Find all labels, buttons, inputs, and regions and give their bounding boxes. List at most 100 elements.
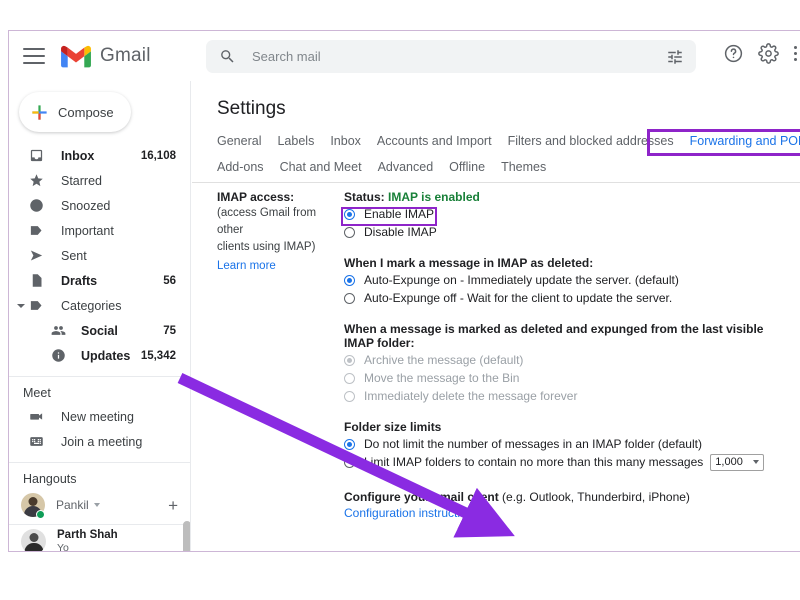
sidebar-item-drafts[interactable]: Drafts 56 <box>9 268 190 293</box>
send-icon <box>27 248 45 263</box>
hangouts-user-row[interactable]: Pankil + <box>9 490 190 520</box>
group-folder-size-limits: Folder size limits Do not limit the numb… <box>344 420 774 471</box>
sidebar-item-starred[interactable]: Starred <box>9 168 190 193</box>
radio-row-limit-folders[interactable]: Limit IMAP folders to contain no more th… <box>344 453 774 471</box>
sidebar-item-label: Snoozed <box>61 198 111 213</box>
imap-status-prefix: Status: <box>344 190 385 204</box>
keyboard-icon <box>27 434 45 449</box>
sidebar-item-important[interactable]: Important <box>9 218 190 243</box>
plus-icon <box>30 103 49 122</box>
radio-archive-message <box>344 354 355 366</box>
sidebar-item-count: 75 <box>163 324 176 337</box>
radio-auto-expunge-on[interactable] <box>344 274 355 286</box>
tab-themes[interactable]: Themes <box>501 160 546 174</box>
help-icon[interactable] <box>723 43 744 64</box>
tab-add-ons[interactable]: Add-ons <box>217 160 264 174</box>
chevron-down-icon[interactable] <box>17 304 25 308</box>
tab-accounts-and-import[interactable]: Accounts and Import <box>377 134 492 148</box>
chat-preview-message: Yo <box>57 542 69 552</box>
group-title-folder-limits: Folder size limits <box>344 420 442 434</box>
group-title-expunged: When a message is marked as deleted and … <box>344 322 764 350</box>
imap-status-line: Status: IMAP is enabled <box>344 190 774 204</box>
imap-status-value: IMAP is enabled <box>388 190 480 204</box>
gmail-logo[interactable]: Gmail <box>61 45 151 68</box>
radio-row-auto-expunge-on[interactable]: Auto-Expunge on - Immediately update the… <box>344 272 774 288</box>
top-bar: Gmail <box>9 31 800 81</box>
configuration-instructions-link[interactable]: Configuration instructions <box>344 506 774 520</box>
settings-tabs-row-2: Add-ons Chat and Meet Advanced Offline T… <box>217 160 800 174</box>
radio-enable-imap[interactable] <box>344 208 355 220</box>
radio-label-move-to-bin: Move the message to the Bin <box>364 371 520 385</box>
more-options-icon[interactable] <box>793 44 797 64</box>
group-expunged-behavior: When a message is marked as deleted and … <box>344 322 774 404</box>
radio-label-delete-forever: Immediately delete the message forever <box>364 389 578 403</box>
online-status-dot <box>36 510 45 519</box>
tab-offline[interactable]: Offline <box>449 160 485 174</box>
info-icon <box>49 348 67 363</box>
sidebar-item-label: Updates <box>81 348 131 363</box>
folder-limit-select-value: 1,000 <box>715 456 743 468</box>
radio-row-delete-forever: Immediately delete the message forever <box>344 388 774 404</box>
search-options-icon[interactable] <box>666 48 684 66</box>
tab-filters-and-blocked-addresses[interactable]: Filters and blocked addresses <box>508 134 674 148</box>
category-icon <box>27 298 45 313</box>
tab-general[interactable]: General <box>217 134 261 148</box>
imap-access-label-group: IMAP access: (access Gmail from other cl… <box>217 190 345 272</box>
radio-limit-folders[interactable] <box>344 456 355 468</box>
configure-client-group: Configure your email client (e.g. Outloo… <box>344 490 774 520</box>
screenshot-root: Gmail Search mail Compose Inbox 16,108 S… <box>0 0 800 600</box>
compose-button[interactable]: Compose <box>19 92 131 132</box>
gmail-window: Gmail Search mail Compose Inbox 16,108 S… <box>8 30 800 552</box>
search-icon <box>219 48 236 65</box>
group-deleted-behavior: When I mark a message in IMAP as deleted… <box>344 256 774 306</box>
radio-label-auto-expunge-on: Auto-Expunge on - Immediately update the… <box>364 273 679 287</box>
sidebar-scrollbar[interactable] <box>183 521 190 551</box>
sidebar-item-label: Inbox <box>61 148 95 163</box>
sidebar-item-updates[interactable]: Updates 15,342 <box>9 343 190 368</box>
sidebar-item-label: Categories <box>61 298 122 313</box>
sidebar-item-label: Important <box>61 223 114 238</box>
search-bar[interactable] <box>206 40 696 73</box>
sidebar-item-inbox[interactable]: Inbox 16,108 <box>9 143 190 168</box>
radio-label-disable-imap: Disable IMAP <box>364 225 437 239</box>
add-contact-icon[interactable]: + <box>168 497 178 514</box>
chevron-down-icon <box>753 460 760 464</box>
hangouts-user-name: Pankil <box>56 498 89 512</box>
radio-no-limit[interactable] <box>344 438 355 450</box>
label-icon <box>27 223 45 238</box>
gear-icon[interactable] <box>758 43 779 64</box>
sidebar-item-snoozed[interactable]: Snoozed <box>9 193 190 218</box>
clock-icon <box>27 198 45 213</box>
sidebar-item-categories[interactable]: Categories <box>9 293 190 318</box>
radio-label-enable-imap: Enable IMAP <box>364 207 435 221</box>
radio-row-disable-imap[interactable]: Disable IMAP <box>344 224 774 240</box>
radio-row-auto-expunge-off[interactable]: Auto-Expunge off - Wait for the client t… <box>344 290 774 306</box>
radio-row-no-limit[interactable]: Do not limit the number of messages in a… <box>344 436 774 452</box>
learn-more-link[interactable]: Learn more <box>217 260 345 272</box>
chat-list-item[interactable]: Parth Shah Yo <box>9 524 190 552</box>
tab-chat-and-meet[interactable]: Chat and Meet <box>280 160 362 174</box>
radio-auto-expunge-off[interactable] <box>344 292 355 304</box>
hamburger-icon[interactable] <box>23 48 45 64</box>
sidebar-item-new-meeting[interactable]: New meeting <box>9 404 190 429</box>
radio-label-auto-expunge-off: Auto-Expunge off - Wait for the client t… <box>364 291 673 305</box>
sidebar-item-join-meeting[interactable]: Join a meeting <box>9 429 190 454</box>
tab-advanced[interactable]: Advanced <box>378 160 434 174</box>
imap-settings-body: IMAP access: (access Gmail from other cl… <box>192 174 800 520</box>
sidebar-item-count: 56 <box>163 274 176 287</box>
tab-inbox[interactable]: Inbox <box>330 134 361 148</box>
chevron-down-icon[interactable] <box>93 503 100 507</box>
radio-disable-imap[interactable] <box>344 226 355 238</box>
sidebar-item-sent[interactable]: Sent <box>9 243 190 268</box>
tab-forwarding-and-pop-imap[interactable]: Forwarding and POP/IMAP <box>690 134 800 148</box>
sidebar-item-label: Drafts <box>61 273 98 288</box>
page-title: Settings <box>217 98 286 119</box>
radio-delete-forever <box>344 390 355 402</box>
search-input[interactable] <box>250 48 666 65</box>
configure-client-text: Configure your email client (e.g. Outloo… <box>344 490 774 504</box>
sidebar-item-count: 16,108 <box>140 149 176 162</box>
tab-labels[interactable]: Labels <box>277 134 314 148</box>
sidebar-item-social[interactable]: Social 75 <box>9 318 190 343</box>
radio-row-enable-imap[interactable]: Enable IMAP <box>344 206 774 222</box>
folder-limit-select[interactable]: 1,000 <box>710 453 765 471</box>
